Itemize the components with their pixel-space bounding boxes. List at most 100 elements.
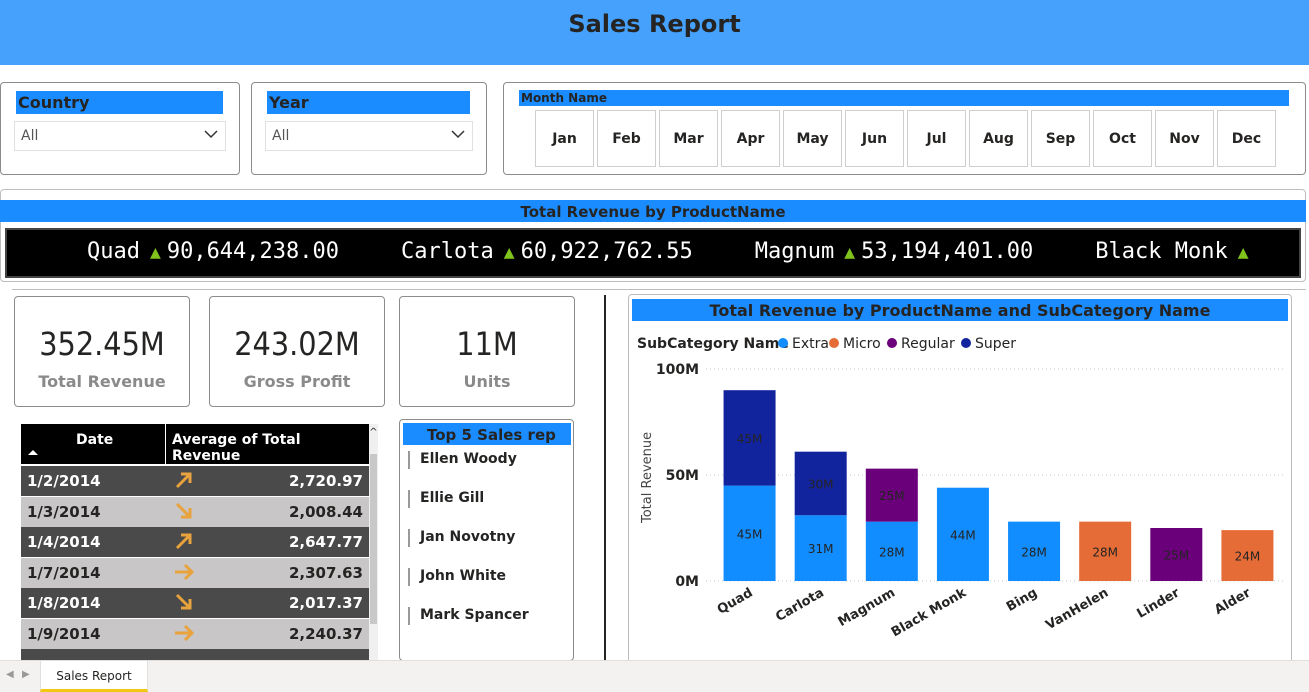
sales-rep-item[interactable]: Ellie Gill	[408, 490, 484, 508]
month-button-apr[interactable]: Apr	[721, 110, 780, 167]
bar-data-label: 44M	[950, 528, 976, 542]
next-page-icon[interactable]: ▶	[22, 669, 30, 680]
x-tick-label: Alder	[1212, 585, 1254, 618]
chart-title: Total Revenue by ProductName and SubCate…	[632, 299, 1288, 321]
month-button-aug[interactable]: Aug	[969, 110, 1028, 167]
trend-up-right-arrow-icon	[175, 533, 192, 550]
y-tick-label: 100M	[656, 362, 699, 378]
sales-rep-item[interactable]: Ellen Woody	[408, 451, 517, 469]
date-cell: 1/8/2014	[27, 594, 101, 612]
country-slicer: Country All	[0, 82, 240, 175]
legend-marker-extra	[778, 338, 788, 348]
kpi-value: 243.02M	[234, 325, 360, 363]
sales-rep-item[interactable]: John White	[408, 568, 506, 586]
section-divider	[12, 289, 1306, 290]
month-button-sep[interactable]: Sep	[1031, 110, 1090, 167]
country-dropdown[interactable]: All	[14, 121, 226, 151]
month-button-oct[interactable]: Oct	[1093, 110, 1152, 167]
ticker-item: Carlota ▲ 60,922,762.55	[401, 239, 693, 264]
date-cell: 1/7/2014	[27, 563, 101, 582]
trend-up-icon: ▲	[844, 242, 856, 263]
year-dropdown-value: All	[272, 128, 290, 144]
average-revenue-cell: 2,240.37	[288, 624, 363, 643]
average-revenue-cell: 2,647.77	[288, 533, 363, 551]
table-scrollbar[interactable]: ^	[369, 424, 378, 660]
table-row[interactable]: 1/3/2014 2,008.44	[21, 496, 369, 527]
year-dropdown[interactable]: All	[265, 121, 473, 151]
year-slicer-title: Year	[267, 91, 470, 114]
kpi-value: 11M	[456, 325, 518, 363]
x-tick-label: Carlota	[773, 585, 826, 625]
legend-label-regular: Regular	[901, 336, 955, 352]
legend-marker-regular	[887, 338, 897, 348]
trend-up-icon: ▲	[1237, 242, 1249, 263]
ticker-track: Quad ▲ 90,644,238.00 Carlota ▲ 60,922,762.55 M…	[87, 239, 1299, 264]
ticker-item: Black Monk ▲	[1095, 239, 1254, 264]
table-row[interactable]: 1/7/2014 2,307.63	[21, 557, 369, 588]
sales-rep-item[interactable]: Jan Novotny	[408, 529, 515, 547]
month-button-mar[interactable]: Mar	[659, 110, 718, 167]
chevron-down-icon	[451, 130, 465, 139]
kpi-units: 11M Units	[399, 296, 575, 407]
trend-right-arrow-icon	[175, 563, 195, 580]
date-cell: 1/9/2014	[27, 624, 101, 643]
month-button-jul[interactable]: Jul	[907, 110, 966, 167]
stacked-bar-chart: SubCategory Name Extra Micro Regular Super To…	[637, 336, 1285, 640]
x-tick-label: Linder	[1135, 585, 1183, 622]
legend-marker-super	[961, 338, 971, 348]
report-header: Sales Report	[0, 0, 1309, 65]
top-sales-rep-title: Top 5 Sales rep	[403, 423, 571, 445]
legend-marker-micro	[829, 338, 839, 348]
scrollbar-thumb[interactable]	[370, 454, 377, 624]
y-tick-label: 50M	[666, 468, 699, 484]
table-row-partial[interactable]	[21, 649, 369, 660]
table-row[interactable]: 1/4/2014 2,647.77	[21, 527, 369, 557]
ticker-product-name: Quad	[87, 239, 140, 264]
ticker-item: Magnum ▲ 53,194,401.00	[755, 239, 1034, 264]
column-header-date[interactable]: Date	[21, 424, 165, 464]
average-revenue-cell: 2,720.97	[288, 472, 363, 490]
x-tick-label: Black Monk	[889, 585, 969, 640]
table-row[interactable]: 1/8/2014 2,017.37	[21, 588, 369, 618]
month-button-jun[interactable]: Jun	[845, 110, 904, 167]
x-tick-label: Magnum	[836, 585, 898, 630]
ticker-band: Quad ▲ 90,644,238.00 Carlota ▲ 60,922,762.55 M…	[5, 228, 1301, 278]
ticker-value: 60,922,762.55	[520, 239, 693, 264]
average-revenue-cell: 2,008.44	[288, 502, 363, 521]
average-revenue-cell: 2,017.37	[288, 594, 363, 612]
bar-data-label: 25M	[879, 489, 905, 503]
sales-rep-item[interactable]: Mark Spancer	[408, 607, 529, 625]
month-button-may[interactable]: May	[783, 110, 842, 167]
bar-data-label: 25M	[1164, 549, 1190, 563]
ticker-title: Total Revenue by ProductName	[0, 200, 1306, 222]
kpi-label: Gross Profit	[243, 372, 351, 391]
y-axis-title: Total Revenue	[640, 432, 655, 524]
trend-up-right-arrow-icon	[175, 472, 192, 489]
month-button-nov[interactable]: Nov	[1155, 110, 1214, 167]
date-cell: 1/3/2014	[27, 502, 101, 521]
table-row[interactable]: 1/9/2014 2,240.37	[21, 618, 369, 649]
column-header-label: Date	[76, 432, 114, 448]
month-button-feb[interactable]: Feb	[597, 110, 656, 167]
prev-page-icon[interactable]: ◀	[6, 669, 14, 680]
ticker-item: Quad ▲ 90,644,238.00	[87, 239, 339, 264]
bar-data-label: 28M	[879, 545, 905, 559]
y-tick-label: 0M	[675, 574, 699, 590]
ticker-product-name: Magnum	[754, 239, 835, 264]
scroll-up-icon[interactable]: ^	[369, 428, 378, 438]
month-button-dec[interactable]: Dec	[1217, 110, 1276, 167]
kpi-label: Units	[463, 372, 511, 391]
month-button-jan[interactable]: Jan	[535, 110, 594, 167]
legend-title: SubCategory Name	[637, 336, 789, 352]
legend-label-super: Super	[975, 336, 1016, 352]
sort-ascending-icon	[28, 450, 38, 455]
tab-sales-report[interactable]: Sales Report	[40, 660, 148, 692]
country-dropdown-value: All	[21, 128, 39, 144]
table-row[interactable]: 1/2/2014 2,720.97	[21, 466, 369, 496]
average-revenue-cell: 2,307.63	[288, 563, 363, 582]
legend-label-extra: Extra	[792, 336, 829, 352]
kpi-label: Total Revenue	[38, 372, 166, 391]
bar-data-label: 31M	[808, 542, 834, 556]
x-tick-label: Bing	[1004, 585, 1040, 614]
column-header-average-revenue[interactable]: Average of Total Revenue	[166, 424, 369, 464]
